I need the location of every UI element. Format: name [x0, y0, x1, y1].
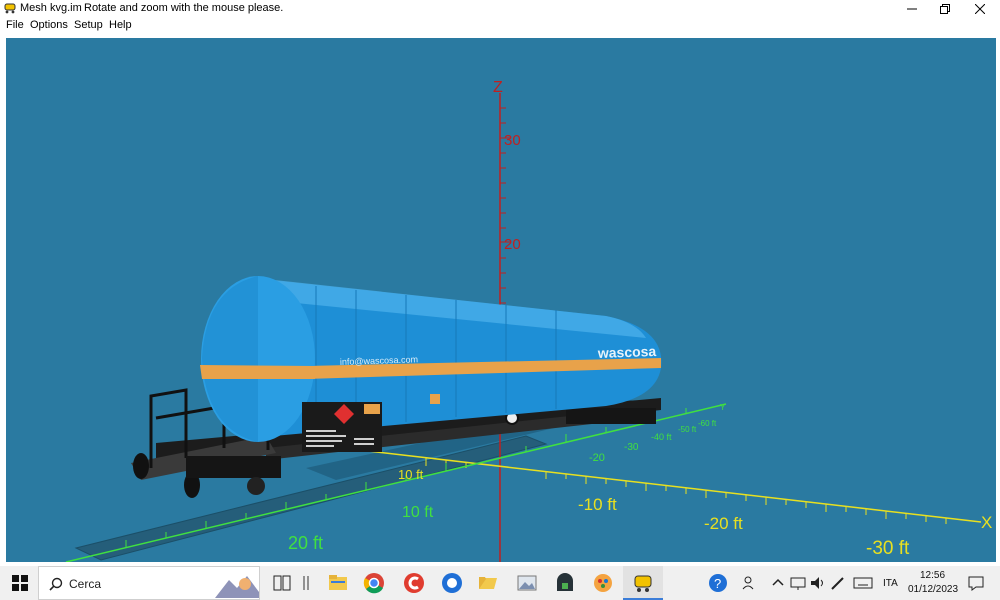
task-view-icon[interactable] — [270, 571, 294, 595]
browser-icon[interactable] — [440, 571, 464, 595]
ccleaner-icon[interactable] — [402, 571, 426, 595]
y-tick-10ft-back: 10 ft — [398, 467, 424, 482]
photos-icon[interactable] — [515, 571, 539, 595]
restore-button[interactable] — [928, 0, 962, 17]
y-axis-label: Y — [720, 403, 726, 412]
3d-viewport[interactable]: Z 30 20 X -10 ft -20 ft -30 ft Y 10 ft 1… — [6, 38, 996, 562]
menu-file[interactable]: File — [6, 19, 24, 31]
language-indicator[interactable]: ITA — [883, 578, 898, 589]
x-tick-minus10: -10 ft — [578, 495, 617, 514]
y-tick-minus20: -20 — [589, 452, 605, 464]
search-placeholder: Cerca — [69, 577, 102, 591]
terminal-app-icon[interactable] — [553, 571, 577, 595]
y-tick-minus50: -50 ft — [678, 425, 697, 434]
taskbar: Cerca ? ITA 12:56 01/12/2023 — [0, 566, 1000, 600]
small-orange-label — [430, 394, 440, 404]
y-tick-20ft-front: 20 ft — [288, 533, 323, 553]
restore-icon — [940, 3, 950, 14]
taskbar-search[interactable]: Cerca — [38, 566, 260, 600]
front-bogie — [186, 456, 281, 478]
tank-end-shade — [202, 276, 258, 442]
y-tick-minus60: -60 ft — [698, 419, 717, 428]
file-explorer-icon[interactable] — [326, 571, 350, 595]
search-highlight-image — [215, 576, 259, 598]
wagon-app-icon — [634, 575, 652, 592]
tank-end-stripe — [200, 365, 315, 379]
folder-icon[interactable] — [476, 571, 500, 595]
x-axis-label: X — [981, 513, 992, 532]
rear-bogie — [566, 408, 656, 424]
wheel-front — [247, 477, 265, 495]
y-tick-minus30: -30 — [624, 442, 639, 453]
notifications-icon[interactable] — [964, 571, 988, 595]
menu-setup[interactable]: Setup — [74, 19, 103, 31]
x-axis-ticks — [425, 458, 947, 524]
help-icon[interactable]: ? — [706, 571, 730, 595]
z-tick-30: 30 — [504, 132, 521, 149]
x-tick-minus20: -20 ft — [704, 514, 743, 533]
y-tick-10ft-front: 10 ft — [402, 504, 434, 521]
svg-text:?: ? — [714, 576, 721, 591]
window-hint-text: Rotate and zoom with the mouse please. — [84, 2, 284, 14]
wagon-brand-logo: wascosa — [597, 343, 657, 361]
x-tick-minus30: -30 ft — [866, 538, 910, 559]
clock-time[interactable]: 12:56 — [920, 570, 945, 581]
buffer-left — [133, 453, 149, 479]
clock-date[interactable]: 01/12/2023 — [908, 584, 958, 595]
hazard-orange-plate — [364, 404, 380, 414]
people-icon[interactable] — [738, 571, 762, 595]
scene-canvas[interactable]: Z 30 20 X -10 ft -20 ft -30 ft Y 10 ft 1… — [6, 38, 996, 562]
active-app-tab[interactable] — [623, 566, 663, 600]
paint-app-icon[interactable] — [591, 571, 615, 595]
z-tick-20: 20 — [504, 236, 521, 253]
windows-start-icon[interactable] — [8, 571, 32, 595]
minimize-icon — [907, 8, 917, 9]
window-title: Mesh kvg.im — [20, 2, 82, 14]
menu-bar: File Options Setup Help — [0, 17, 1000, 34]
menu-options[interactable]: Options — [30, 19, 68, 31]
keyboard-icon[interactable] — [851, 571, 875, 595]
menu-help[interactable]: Help — [109, 19, 132, 31]
title-bar: Mesh kvg.im Rotate and zoom with the mou… — [0, 0, 1000, 17]
z-axis-label: Z — [493, 79, 503, 96]
tank-wagon-app-icon — [4, 3, 16, 14]
close-button[interactable] — [963, 0, 997, 17]
close-icon — [975, 3, 985, 14]
minimize-button[interactable] — [895, 0, 929, 17]
pen-icon[interactable] — [826, 571, 850, 595]
y-tick-minus40: -40 ft — [651, 432, 672, 442]
search-icon — [49, 577, 63, 591]
widgets-icon[interactable] — [295, 571, 319, 595]
chrome-icon[interactable] — [362, 571, 386, 595]
